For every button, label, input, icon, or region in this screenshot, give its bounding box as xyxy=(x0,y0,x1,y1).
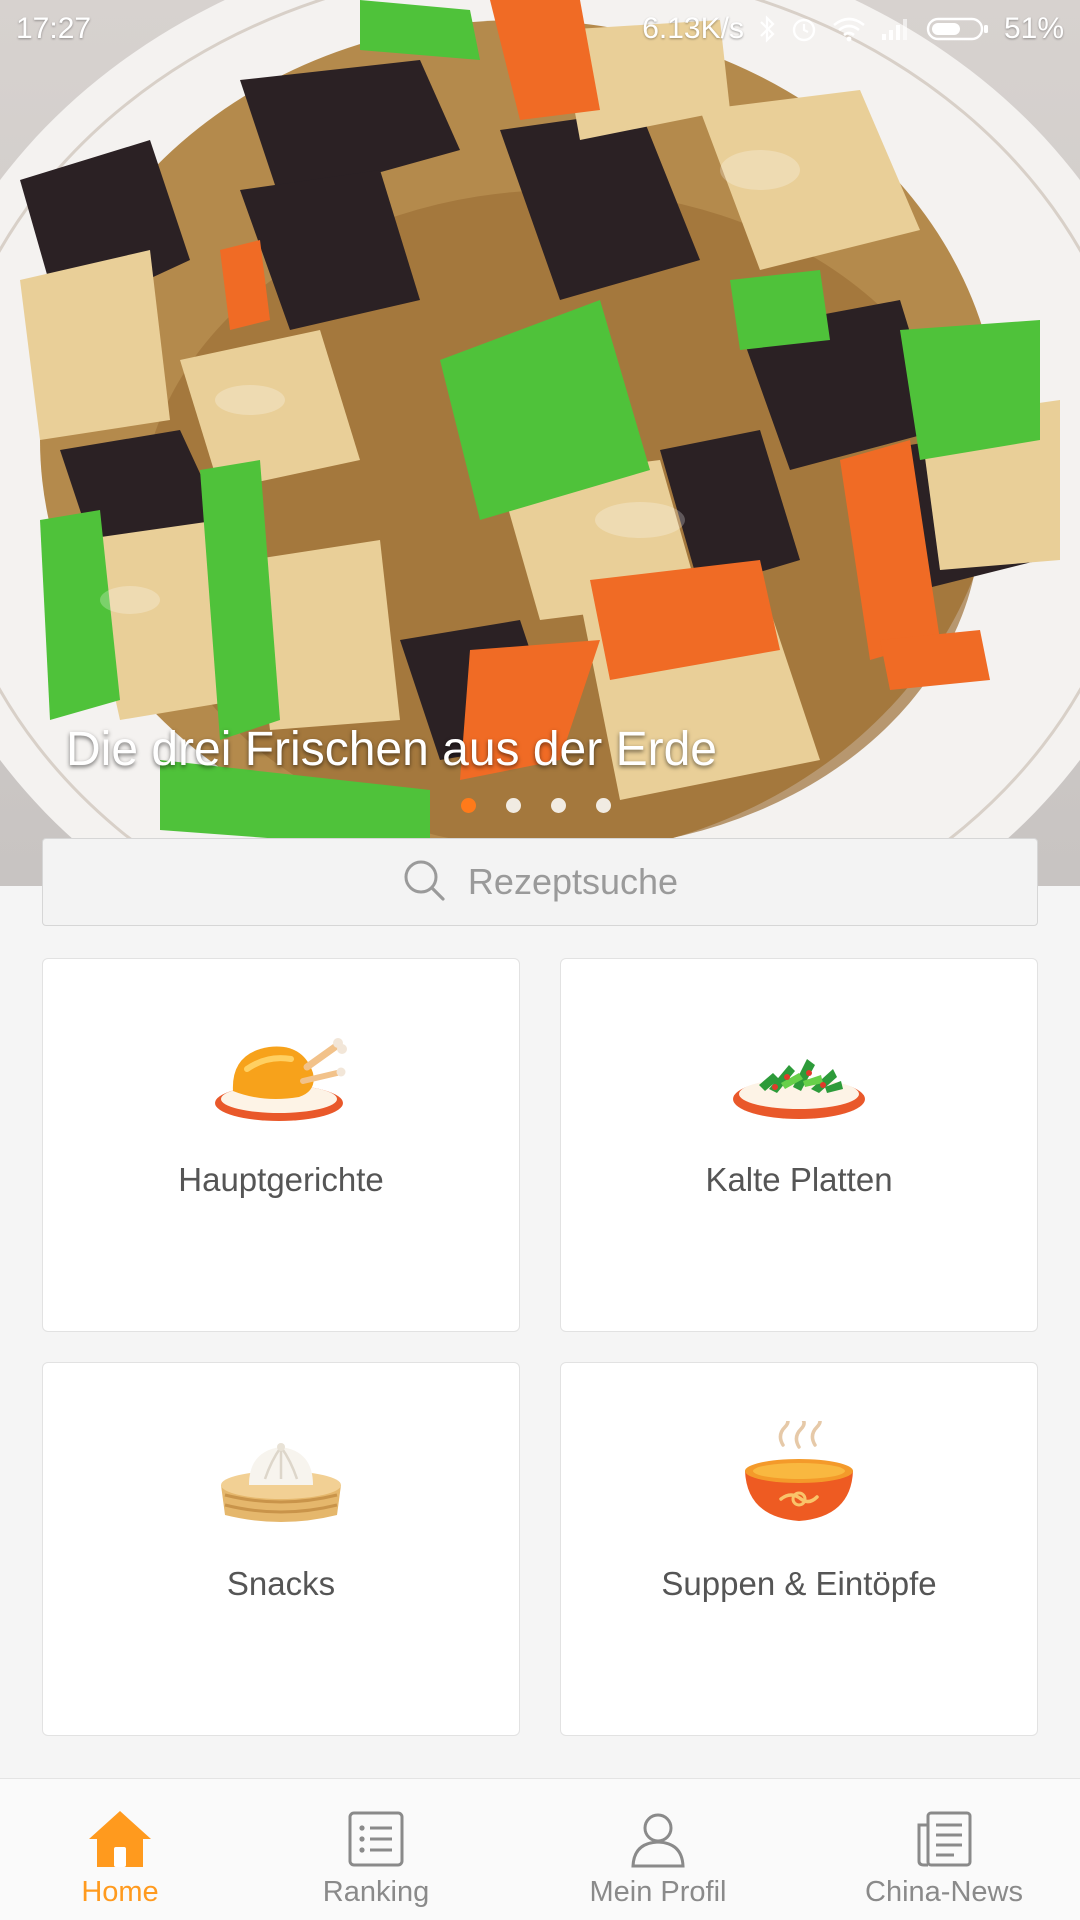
category-card-main-dishes[interactable]: Hauptgerichte xyxy=(42,958,520,1332)
nav-ranking[interactable]: Ranking xyxy=(276,1809,476,1909)
home-icon xyxy=(87,1809,153,1874)
carousel-dot-3[interactable] xyxy=(551,798,566,813)
category-card-snacks[interactable]: Snacks xyxy=(42,1362,520,1736)
person-icon xyxy=(628,1809,688,1874)
status-time: 17:27 xyxy=(16,12,92,45)
news-icon xyxy=(914,1809,974,1874)
soup-bowl-icon xyxy=(729,1413,869,1534)
alarm-icon xyxy=(790,15,818,43)
category-card-soups-stews[interactable]: Suppen & Eintöpfe xyxy=(560,1362,1038,1736)
nav-label: Ranking xyxy=(322,1876,430,1908)
category-label: Hauptgerichte xyxy=(178,1161,384,1198)
list-icon xyxy=(346,1809,406,1874)
battery-percent: 51% xyxy=(1003,12,1064,45)
nav-label: Mein Profil xyxy=(589,1876,727,1908)
network-speed: 6.13K/s xyxy=(642,12,744,45)
cold-salad-plate-icon xyxy=(729,1029,869,1130)
roast-chicken-icon xyxy=(211,1029,351,1130)
carousel-dot-4[interactable] xyxy=(596,798,611,813)
nav-label: China-News xyxy=(865,1876,1023,1908)
carousel-dot-1[interactable] xyxy=(461,798,476,813)
battery-icon xyxy=(926,16,990,42)
nav-label: Home xyxy=(81,1876,159,1908)
recipe-search-bar[interactable]: Rezeptsuche xyxy=(42,838,1038,926)
banner-title[interactable]: Die drei Frischen aus der Erde xyxy=(66,722,717,777)
search-icon xyxy=(402,858,446,907)
status-bar: 17:27 6.13K/s 51% xyxy=(0,0,1080,58)
carousel-dot-2[interactable] xyxy=(506,798,521,813)
search-placeholder: Rezeptsuche xyxy=(467,861,679,902)
category-label: Suppen & Eintöpfe xyxy=(661,1565,937,1602)
category-label: Kalte Platten xyxy=(705,1161,893,1198)
nav-home[interactable]: Home xyxy=(20,1809,220,1909)
carousel-indicator[interactable] xyxy=(461,798,611,813)
steamed-bun-basket-icon xyxy=(211,1433,351,1534)
category-card-cold-platters[interactable]: Kalte Platten xyxy=(560,958,1038,1332)
category-label: Snacks xyxy=(226,1565,336,1602)
hero-banner[interactable]: 17:27 6.13K/s 51% Die drei Frischen aus … xyxy=(0,0,1080,886)
nav-china-news[interactable]: China-News xyxy=(844,1809,1044,1909)
bluetooth-icon xyxy=(758,15,776,43)
nav-profile[interactable]: Mein Profil xyxy=(558,1809,758,1909)
wifi-icon xyxy=(832,16,866,42)
bottom-navigation: Home Ranking Mein Profil China-News xyxy=(0,1778,1080,1920)
signal-icon xyxy=(880,17,912,41)
